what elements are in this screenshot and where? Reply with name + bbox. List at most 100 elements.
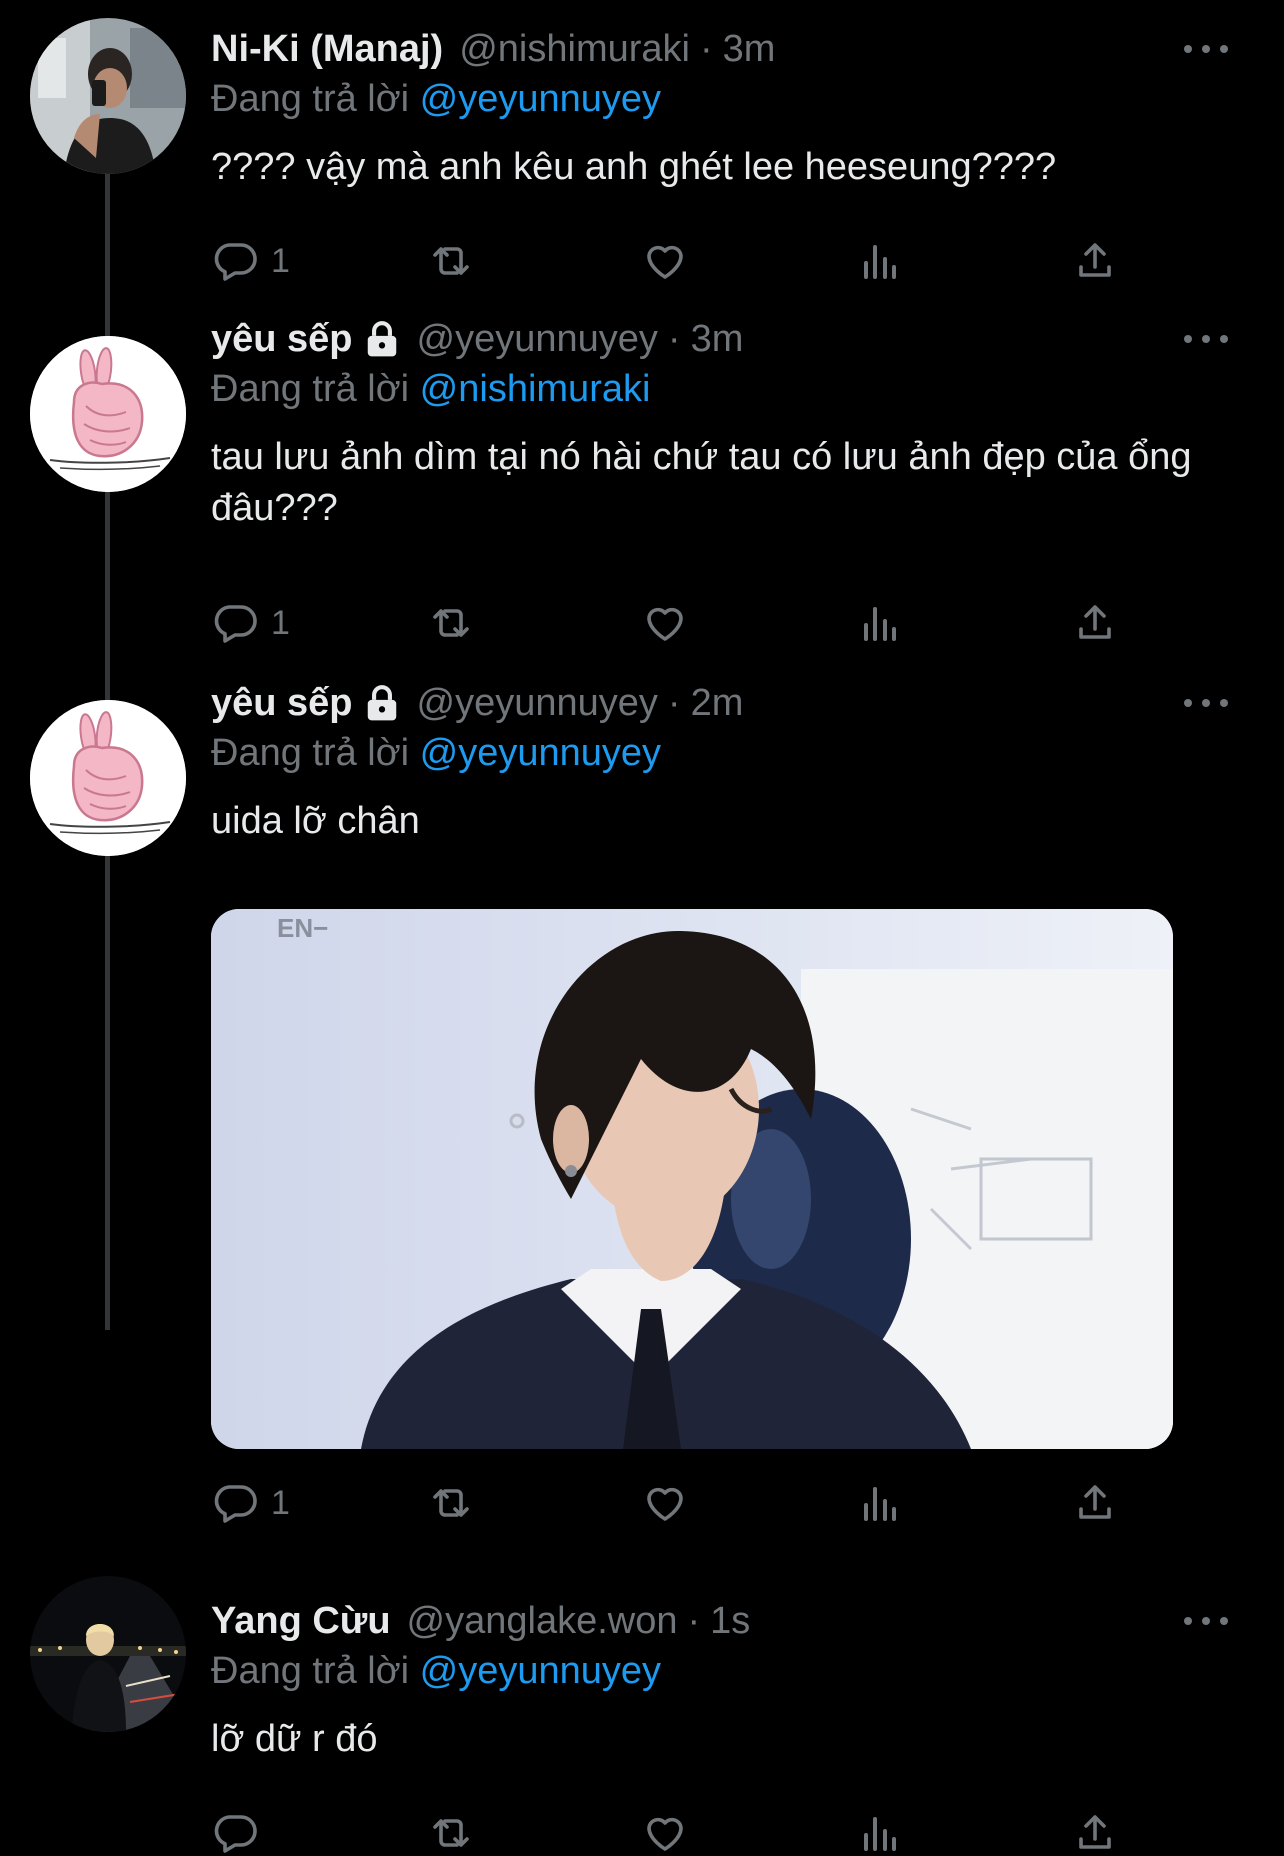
display-name[interactable]: Yang Cừu bbox=[211, 1596, 391, 1646]
retweet-button[interactable] bbox=[427, 1478, 475, 1528]
timestamp[interactable]: 3m bbox=[723, 24, 776, 74]
tweet-media-photo[interactable]: EN− bbox=[211, 909, 1173, 1449]
tweet-text: lỡ dữ r đó bbox=[211, 1718, 378, 1760]
user-handle[interactable]: @yeyunnuyey bbox=[417, 678, 658, 728]
timestamp[interactable]: 1s bbox=[710, 1596, 750, 1646]
avatar[interactable] bbox=[30, 18, 186, 174]
tweet-actions: 1 bbox=[211, 236, 1131, 286]
like-button[interactable] bbox=[641, 236, 689, 286]
tweet-thread: Ni-Ki (Manaj) @nishimuraki · 3m Đang trả… bbox=[0, 0, 1284, 1856]
share-button[interactable] bbox=[1071, 1478, 1119, 1528]
avatar[interactable] bbox=[30, 700, 186, 856]
views-icon bbox=[864, 1817, 896, 1851]
timestamp[interactable]: 2m bbox=[691, 678, 744, 728]
share-button[interactable] bbox=[1071, 598, 1119, 648]
retweet-icon bbox=[433, 609, 469, 637]
display-name[interactable]: Ni-Ki (Manaj) bbox=[211, 24, 443, 74]
reply-icon bbox=[214, 243, 257, 281]
tweet-text: ???? vậy mà anh kêu anh ghét lee heeseun… bbox=[211, 146, 1057, 188]
mention-link[interactable]: @yeyunnuyey bbox=[420, 1650, 661, 1692]
tweet-header: Yang Cừu @yanglake.won · 1s bbox=[211, 1596, 1228, 1646]
tweet-header: Ni-Ki (Manaj) @nishimuraki · 3m bbox=[211, 24, 1228, 74]
share-button[interactable] bbox=[1071, 1808, 1119, 1856]
mention-link[interactable]: @yeyunnuyey bbox=[420, 78, 661, 120]
mention-link[interactable]: @nishimuraki bbox=[420, 368, 651, 410]
tweet-item[interactable]: yêu sếp @yeyunnuyey · 3m Đang trả lời @n… bbox=[0, 290, 1284, 643]
separator-dot: · bbox=[699, 28, 713, 70]
views-button[interactable] bbox=[856, 598, 904, 648]
user-handle[interactable]: @yeyunnuyey bbox=[417, 314, 658, 364]
more-icon[interactable] bbox=[1184, 30, 1228, 68]
replying-to: Đang trả lời @yeyunnuyey bbox=[211, 728, 1228, 778]
media-watermark: EN− bbox=[277, 913, 328, 943]
mention-link[interactable]: @yeyunnuyey bbox=[420, 732, 661, 774]
reply-icon bbox=[214, 1485, 257, 1523]
reply-count: 1 bbox=[271, 241, 290, 280]
replying-to-label: Đang trả lời bbox=[211, 732, 410, 774]
avatar[interactable] bbox=[30, 1576, 186, 1732]
separator-dot: · bbox=[667, 682, 681, 724]
share-button[interactable] bbox=[1071, 236, 1119, 286]
user-handle[interactable]: @nishimuraki bbox=[459, 24, 690, 74]
user-handle[interactable]: @yanglake.won bbox=[407, 1596, 678, 1646]
tweet-item[interactable]: Ni-Ki (Manaj) @nishimuraki · 3m Đang trả… bbox=[0, 0, 1284, 290]
retweet-button[interactable] bbox=[427, 598, 475, 648]
portrait-photo: EN− bbox=[211, 909, 1173, 1449]
display-name[interactable]: yêu sếp bbox=[211, 314, 353, 364]
tweet-item[interactable]: Yang Cừu @yanglake.won · 1s Đang trả lời… bbox=[0, 1572, 1284, 1856]
more-icon[interactable] bbox=[1184, 684, 1228, 722]
more-icon[interactable] bbox=[1184, 1602, 1228, 1640]
tweet-text: tau lưu ảnh dìm tại nó hài chứ tau có lư… bbox=[211, 436, 1192, 529]
views-button[interactable] bbox=[856, 1808, 904, 1856]
separator-dot: · bbox=[667, 318, 681, 360]
share-icon bbox=[1079, 243, 1111, 277]
timestamp[interactable]: 3m bbox=[691, 314, 744, 364]
like-icon bbox=[647, 1487, 683, 1521]
tweet-item[interactable]: yêu sếp @yeyunnuyey · 2m Đang trả lời @y… bbox=[0, 654, 1284, 1554]
retweet-button[interactable] bbox=[427, 236, 475, 286]
reply-button[interactable]: 1 bbox=[211, 598, 290, 648]
views-button[interactable] bbox=[856, 236, 904, 286]
retweet-icon bbox=[433, 1819, 469, 1847]
replying-to: Đang trả lời @yeyunnuyey bbox=[211, 74, 1228, 124]
views-icon bbox=[864, 1487, 896, 1521]
pink-rabbit-avatar-image bbox=[30, 700, 186, 856]
replying-to: Đang trả lời @yeyunnuyey bbox=[211, 1646, 1228, 1696]
views-button[interactable] bbox=[856, 1478, 904, 1528]
reply-count: 1 bbox=[271, 603, 290, 642]
like-icon bbox=[647, 607, 683, 641]
night-city-avatar-image bbox=[30, 1576, 186, 1732]
tweet-header: yêu sếp @yeyunnuyey · 3m bbox=[211, 314, 1228, 364]
tweet-header: yêu sếp @yeyunnuyey · 2m bbox=[211, 678, 1228, 728]
tweet-text: uida lỡ chân bbox=[211, 800, 420, 842]
reply-button[interactable]: 1 bbox=[211, 1478, 290, 1528]
lock-icon bbox=[367, 321, 396, 357]
reply-icon bbox=[214, 1815, 257, 1853]
replying-to-label: Đang trả lời bbox=[211, 1650, 410, 1692]
views-icon bbox=[864, 607, 896, 641]
tweet-actions bbox=[211, 1808, 1131, 1856]
replying-to: Đang trả lời @nishimuraki bbox=[211, 364, 1228, 414]
like-button[interactable] bbox=[641, 1808, 689, 1856]
share-icon bbox=[1079, 1815, 1111, 1849]
separator-dot: · bbox=[687, 1600, 701, 1642]
tweet-actions: 1 bbox=[211, 1478, 1131, 1528]
replying-to-label: Đang trả lời bbox=[211, 368, 410, 410]
tweet-actions: 1 bbox=[211, 598, 1131, 648]
selfie-mirror-avatar-image bbox=[30, 18, 186, 174]
reply-button[interactable]: 1 bbox=[211, 236, 290, 286]
retweet-button[interactable] bbox=[427, 1808, 475, 1856]
retweet-icon bbox=[433, 1489, 469, 1517]
share-icon bbox=[1079, 1485, 1111, 1519]
like-button[interactable] bbox=[641, 598, 689, 648]
reply-count: 1 bbox=[271, 1483, 290, 1522]
avatar[interactable] bbox=[30, 336, 186, 492]
share-icon bbox=[1079, 605, 1111, 639]
like-button[interactable] bbox=[641, 1478, 689, 1528]
views-icon bbox=[864, 245, 896, 279]
reply-icon bbox=[214, 605, 257, 643]
display-name[interactable]: yêu sếp bbox=[211, 678, 353, 728]
retweet-icon bbox=[433, 247, 469, 275]
reply-button[interactable] bbox=[211, 1808, 271, 1856]
more-icon[interactable] bbox=[1184, 320, 1228, 358]
